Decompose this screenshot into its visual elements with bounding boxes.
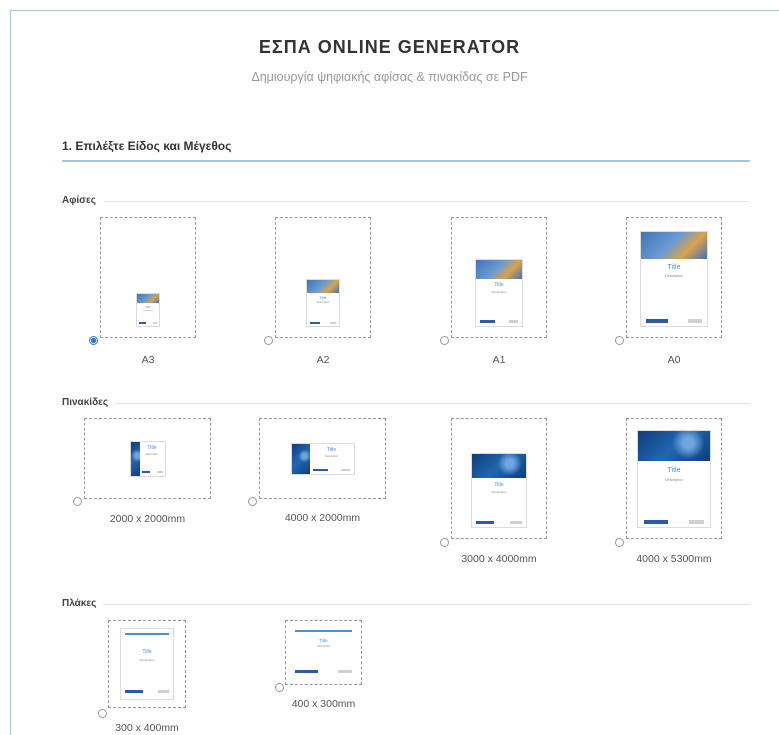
sign-2000x2000-preview-title: Title: [147, 444, 157, 451]
poster-a2-radio[interactable]: [264, 336, 273, 345]
poster-a1-preview-image: [476, 260, 522, 279]
poster-a1-preview-footer: [479, 320, 519, 323]
plate-400x300-radio[interactable]: [275, 683, 284, 692]
sign-4000x5300-radio[interactable]: [615, 538, 624, 547]
poster-a0-preview-footer: [646, 319, 702, 323]
poster-a0-label: A0: [667, 354, 681, 366]
sign-2000x2000-preview-footer: [141, 470, 163, 473]
sign-4000x5300-label: 4000 x 5300mm: [636, 553, 712, 565]
poster-a3-label: A3: [141, 354, 155, 366]
sign-4000x2000-radio[interactable]: [248, 497, 257, 506]
sign-3000x4000-radio[interactable]: [440, 538, 449, 547]
sign-4000x2000-label: 4000 x 2000mm: [284, 512, 361, 524]
poster-a0-radio[interactable]: [615, 336, 624, 345]
step-divider: [62, 160, 750, 162]
poster-a1-card[interactable]: Title Description: [451, 217, 547, 338]
poster-a1-preview-description: Description: [491, 290, 507, 294]
poster-a2-preview-description: Description: [316, 301, 330, 304]
step-heading: 1. Επιλέξτε Είδος και Μέγεθος: [62, 139, 232, 153]
plate-400x300-label: 400 x 300mm: [291, 698, 356, 710]
poster-a2-preview-title: Title: [319, 295, 327, 300]
poster-a3-preview: Title Description: [136, 293, 160, 327]
plate-400x300-preview-footer: [294, 669, 353, 673]
plate-300x400-radio[interactable]: [98, 709, 107, 718]
plate-300x400-preview: Title Description: [120, 628, 174, 700]
poster-a2-preview-image: [307, 280, 339, 293]
sign-3000x4000-preview-title: Title: [494, 482, 504, 488]
category-plates-label: Πλάκες: [62, 598, 97, 609]
plate-300x400-preview-footer: [125, 690, 169, 693]
poster-a2-preview: Title Description: [306, 279, 340, 327]
sign-4000x5300-card[interactable]: Title Description: [626, 418, 722, 539]
poster-a3-preview-footer: [138, 322, 158, 324]
poster-a0-preview-description: Description: [665, 274, 683, 278]
sign-4000x2000-preview: Title Description: [290, 442, 355, 475]
sign-4000x5300-preview-footer: [643, 520, 705, 524]
page-subtitle: Δημιουργία ψηφιακής αφίσας & πινακίδας σ…: [251, 70, 528, 84]
plate-300x400-card[interactable]: Title Description: [108, 620, 186, 708]
sign-4000x2000-preview-title: Title: [326, 446, 337, 453]
poster-a2-card[interactable]: Title Description: [275, 217, 371, 338]
poster-a0-preview: Title Description: [640, 231, 708, 327]
poster-a1-radio[interactable]: [440, 336, 449, 345]
poster-a2-label: A2: [316, 354, 330, 366]
sign-3000x4000-preview-image: [472, 454, 526, 478]
sign-4000x5300-preview-image: [638, 431, 710, 461]
poster-a0-preview-image: [641, 232, 707, 259]
sign-4000x2000-preview-footer: [313, 468, 350, 471]
sign-4000x5300-preview-title: Title: [667, 467, 681, 474]
poster-a2-preview-footer: [309, 322, 337, 324]
sign-2000x2000-preview-description: Description: [145, 452, 159, 456]
plate-400x300-card[interactable]: Title Description: [285, 620, 362, 685]
sign-2000x2000-radio[interactable]: [73, 497, 82, 506]
category-signs-divider: [116, 403, 750, 404]
plate-300x400-preview-description: Description: [139, 658, 155, 662]
sign-4000x2000-preview-image: [291, 443, 310, 474]
plate-300x400-preview-title: Title: [142, 649, 152, 655]
sign-4000x2000-card[interactable]: Title Description: [259, 418, 386, 499]
poster-a0-preview-title: Title: [667, 264, 681, 271]
sign-3000x4000-preview-footer: [476, 521, 522, 524]
poster-a3-card[interactable]: Title Description: [100, 217, 196, 338]
sign-3000x4000-label: 3000 x 4000mm: [461, 553, 537, 565]
poster-a1-preview: Title Description: [475, 259, 523, 327]
plate-400x300-preview-description: Description: [317, 644, 330, 648]
category-plates-divider: [103, 604, 750, 605]
plate-300x400-label: 300 x 400mm: [115, 722, 179, 734]
sign-3000x4000-preview-description: Description: [491, 490, 507, 494]
category-posters-divider: [104, 201, 750, 202]
poster-a3-preview-title: Title: [145, 305, 151, 309]
sign-2000x2000-card[interactable]: Title Description: [84, 418, 211, 499]
sign-3000x4000-card[interactable]: Title Description: [451, 418, 547, 539]
plate-400x300-preview-topbar: [294, 629, 353, 632]
page-title: ΕΣΠΑ ONLINE GENERATOR: [258, 37, 521, 57]
sign-3000x4000-preview: Title Description: [471, 453, 527, 528]
poster-a3-radio[interactable]: [89, 336, 98, 345]
poster-a3-preview-image: [137, 294, 159, 303]
sign-4000x2000-preview-description: Description: [325, 454, 338, 458]
plate-400x300-preview: Title Description: [289, 627, 358, 678]
plate-400x300-preview-title: Title: [319, 637, 328, 643]
sign-2000x2000-preview-image: [130, 441, 140, 476]
sign-4000x5300-preview-description: Description: [665, 478, 683, 482]
sign-4000x5300-preview: Title Description: [637, 430, 711, 528]
category-signs-label: Πινακίδες: [62, 397, 109, 408]
poster-a0-card[interactable]: Title Description: [626, 217, 722, 338]
poster-a1-preview-title: Title: [494, 282, 504, 288]
plate-300x400-preview-topbar: [125, 633, 169, 635]
poster-a1-label: A1: [492, 354, 506, 366]
sign-2000x2000-preview: Title Description: [129, 440, 166, 477]
sign-2000x2000-label: 2000 x 2000mm: [109, 513, 186, 525]
poster-a3-preview-description: Description: [142, 310, 153, 312]
category-posters-label: Αφίσες: [62, 195, 96, 206]
